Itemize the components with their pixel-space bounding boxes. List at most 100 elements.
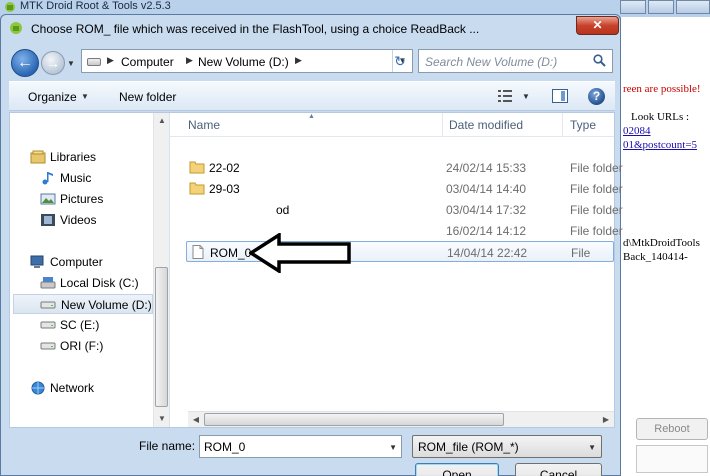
file-name: ROM_0 [210,246,252,260]
nav-item-label: ORI (F:) [60,339,104,353]
file-name: 22-02 [209,161,240,175]
dialog-close-button[interactable]: ✕ [576,16,619,35]
search-input[interactable]: Search New Volume (D:) [418,49,613,73]
help-icon[interactable]: ? [588,88,605,105]
chevron-down-icon[interactable]: ▼ [389,443,397,452]
file-list: ▲ Name Date modified Type 22-02 24/02/14… [170,113,623,427]
nav-item-new-volume[interactable]: New Volume (D:) [13,294,153,314]
breadcrumb-item[interactable]: New Volume (D:) [198,55,289,69]
file-name-label: File name: [139,439,196,453]
scrollbar-thumb[interactable] [155,267,168,407]
preview-pane-icon[interactable] [552,89,568,103]
nav-pane-scrollbar[interactable]: ▲ ▼ [153,113,169,427]
file-name-value: ROM_0 [204,440,246,454]
file-date: 03/04/14 17:32 [446,203,527,217]
nav-item-pictures[interactable]: Pictures [40,189,150,209]
nav-item-libraries[interactable]: Libraries [30,147,150,167]
background-window-controls [620,0,710,14]
background-close-button[interactable] [676,0,710,14]
file-type-select[interactable]: ROM_file (ROM_*) ▼ [412,435,602,458]
local-disk-icon [40,277,56,289]
file-row[interactable]: od 03/04/14 17:32 File folder [186,199,623,220]
chevron-down-icon: ▼ [588,443,596,452]
search-placeholder: Search New Volume (D:) [425,55,558,69]
horizontal-scrollbar[interactable]: ◀ ▶ [188,411,614,427]
cancel-button[interactable]: Cancel [515,463,602,476]
scroll-left-icon[interactable]: ◀ [188,412,204,428]
libraries-icon [30,150,46,164]
log-line: Back_140414- [623,251,688,263]
file-type: File folder [570,203,623,217]
file-name-input[interactable]: ROM_0 ▼ [199,435,402,458]
file-name: od [276,203,290,217]
nav-item-network[interactable]: Network [30,378,150,398]
breadcrumb-separator-icon[interactable]: ▶ [295,55,302,66]
back-button[interactable]: ← [11,49,39,77]
file-type: File folder [570,182,623,196]
nav-item-label: Local Disk (C:) [60,276,139,290]
column-header-date[interactable]: Date modified [449,118,523,132]
column-headers: ▲ Name Date modified Type [170,113,614,137]
nav-item-computer[interactable]: Computer [30,252,150,272]
folder-icon [189,161,205,174]
scroll-down-icon[interactable]: ▼ [154,411,170,427]
scroll-right-icon[interactable]: ▶ [598,412,614,428]
file-type: File [571,246,591,260]
nav-item-label: Computer [50,255,103,269]
file-type: File folder [570,224,623,238]
file-row[interactable]: 29-03 03/04/14 14:40 File folder [186,178,623,199]
file-row[interactable]: 22-02 24/02/14 15:33 File folder [186,157,623,178]
drive-icon [40,342,56,350]
android-app-icon [10,22,22,34]
nav-item-music[interactable]: Music [40,168,150,188]
log-line: reen are possible! [623,83,701,95]
nav-item-label: Network [50,381,95,395]
forward-button[interactable]: → [41,51,65,75]
scrollbar-thumb[interactable] [204,413,504,426]
log-link[interactable]: 02084 [623,125,651,137]
folder-icon [189,182,205,195]
column-header-type[interactable]: Type [570,118,596,132]
recent-pages-chevron-icon[interactable]: ▼ [67,59,77,69]
chevron-down-icon[interactable]: ▼ [522,92,530,101]
log-line: d\MtkDroidTools [623,237,700,249]
open-file-dialog: Choose ROM_ file which was received in t… [0,14,623,476]
file-icon [192,245,204,259]
file-type-value: ROM_file (ROM_*) [418,440,519,454]
nav-item-sc[interactable]: SC (E:) [40,315,150,335]
reboot-button[interactable]: Reboot [636,418,708,440]
nav-item-videos[interactable]: Videos [40,210,150,230]
refresh-icon[interactable]: ↻ [388,50,412,72]
chevron-down-icon[interactable]: ▼ [81,92,89,101]
music-icon [42,172,53,185]
maximize-button[interactable] [648,0,674,14]
drive-icon [40,321,56,329]
open-button[interactable]: Open [415,463,499,476]
pictures-icon [40,193,56,205]
nav-item-label: Videos [60,213,97,227]
nav-item-label: Music [60,171,92,185]
navigation-pane: Libraries Music Pictures Videos Computer… [10,113,170,427]
breadcrumb-separator-icon[interactable]: ▶ [186,55,193,66]
minimize-button[interactable] [620,0,646,14]
sort-ascending-icon: ▲ [308,113,315,120]
nav-item-ori[interactable]: ORI (F:) [40,336,150,356]
column-divider[interactable] [562,113,563,137]
network-icon [31,381,45,395]
view-options-icon[interactable] [498,90,512,102]
scroll-up-icon[interactable]: ▲ [154,113,170,129]
annotation-arrow-icon [249,233,351,273]
breadcrumb[interactable]: ▶ Computer ▶ New Volume (D:) ▶ ▼ [81,49,413,73]
file-date: 03/04/14 14:40 [446,182,527,196]
organize-button[interactable]: Organize [28,90,77,104]
new-folder-button[interactable]: New folder [119,90,176,104]
breadcrumb-separator-icon[interactable]: ▶ [107,55,114,66]
column-header-name[interactable]: Name [188,118,220,132]
column-divider[interactable] [442,113,443,137]
command-toolbar: Organize ▼ New folder ▼ ? [9,81,615,111]
log-link[interactable]: 01&postcount=5 [623,139,697,151]
nav-item-label: SC (E:) [60,318,100,332]
breadcrumb-item[interactable]: Computer [121,55,174,69]
nav-item-local-disk[interactable]: Local Disk (C:) [40,273,150,293]
file-date: 16/02/14 14:12 [446,224,527,238]
